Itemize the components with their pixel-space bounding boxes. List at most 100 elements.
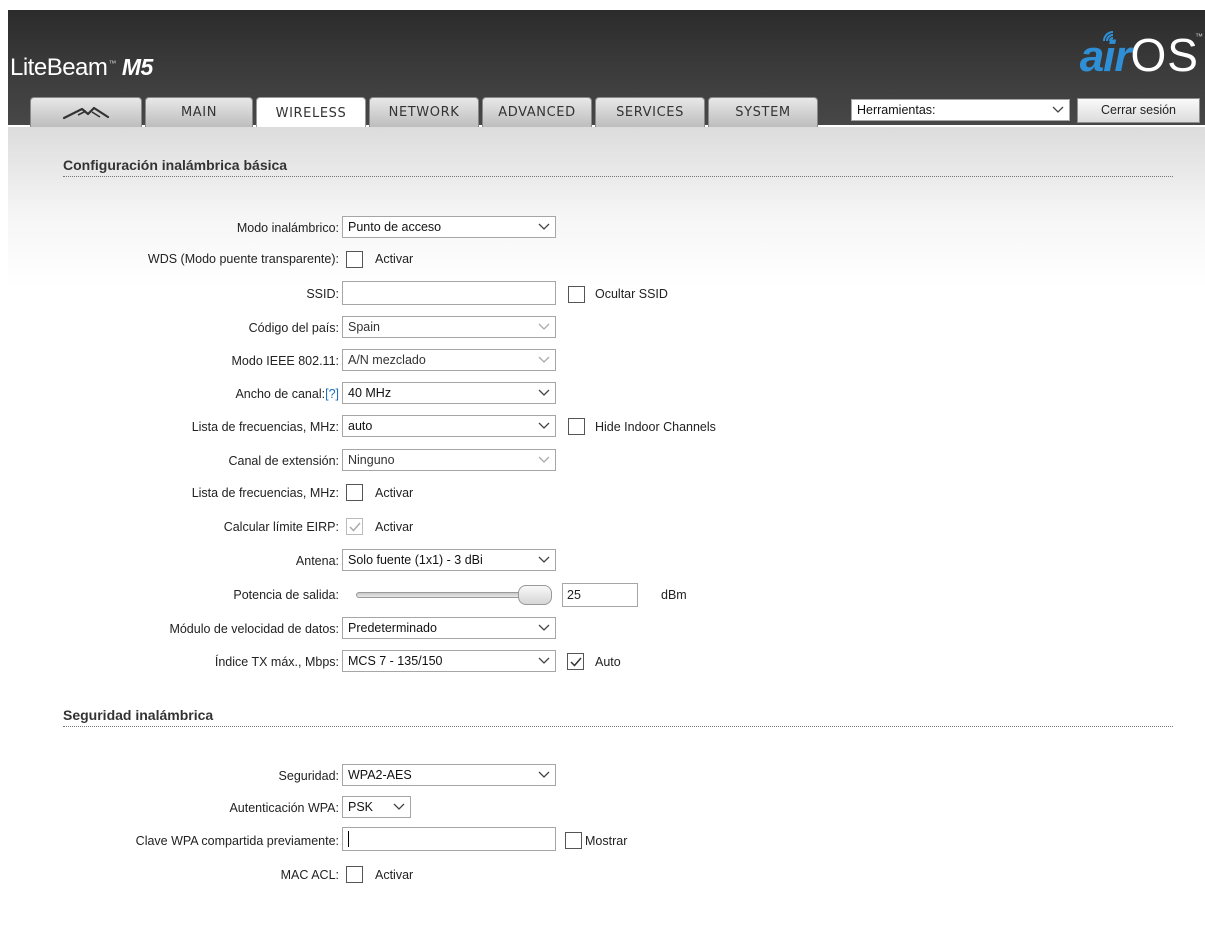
hide-ssid-label: Ocultar SSID — [595, 287, 668, 301]
eirp-checkbox-label: Activar — [375, 520, 414, 534]
logo-os: OS — [1130, 29, 1199, 81]
label-wds: WDS (Modo puente transparente): — [147, 252, 339, 266]
text-caret — [348, 831, 349, 847]
chevron-down-icon — [1052, 106, 1064, 113]
frequency-list-enable-label: Activar — [375, 486, 414, 500]
mac-acl-checkbox-label: Activar — [375, 868, 414, 882]
brand-tm: ™ — [108, 59, 116, 68]
brand-label: LiteBeam — [10, 54, 108, 81]
tab-system[interactable]: SYSTEM — [708, 97, 818, 127]
tools-select[interactable]: Herramientas: — [851, 99, 1070, 121]
frequency-list-value: auto — [348, 419, 373, 433]
label-wpa-auth: Autenticación WPA: — [229, 801, 339, 815]
label-frequency-list-2: Lista de frecuencias, MHz: — [191, 486, 339, 500]
ieee-mode-select: A/N mezclado — [342, 349, 556, 371]
label-extension-channel: Canal de extensión: — [228, 454, 340, 468]
section-title-basic: Configuración inalámbrica básica — [63, 157, 288, 173]
rate-module-value: Predeterminado — [348, 621, 437, 635]
tab-wireless[interactable]: WIRELESS — [256, 97, 366, 128]
antenna-value: Solo fuente (1x1) - 3 dBi — [348, 553, 483, 567]
label-security: Seguridad: — [278, 769, 339, 783]
max-tx-select[interactable]: MCS 7 - 135/150 — [342, 650, 556, 672]
section-divider — [63, 726, 1173, 727]
chevron-down-icon — [393, 803, 405, 810]
extension-channel-select: Ninguno — [342, 449, 556, 471]
chevron-down-icon — [538, 422, 550, 429]
tools-select-value: Herramientas: — [857, 103, 936, 117]
airos-logo: airOS ™ — [1080, 28, 1203, 88]
wpa-auth-select[interactable]: PSK — [342, 796, 411, 818]
brand-model: M5 — [121, 54, 153, 80]
label-ssid: SSID: — [306, 287, 339, 301]
label-mac-acl: MAC ACL: — [280, 868, 339, 882]
wifi-icon — [1102, 31, 1113, 42]
channel-width-value: 40 MHz — [348, 386, 392, 400]
wireless-mode-select[interactable]: Punto de acceso — [342, 216, 556, 238]
output-power-input[interactable]: 25 — [562, 583, 638, 607]
frequency-list-select[interactable]: auto — [342, 415, 556, 437]
eirp-checkbox — [346, 518, 363, 535]
check-icon — [570, 657, 582, 667]
label-eirp: Calcular límite EIRP: — [223, 520, 339, 534]
tab-network[interactable]: NETWORK — [369, 97, 479, 127]
tab-services[interactable]: SERVICES — [595, 97, 705, 127]
security-value: WPA2-AES — [348, 768, 412, 782]
label-antenna: Antena: — [295, 554, 339, 568]
chevron-down-icon — [538, 356, 550, 363]
chevron-down-icon — [538, 223, 550, 230]
ubiquiti-logo-icon — [62, 106, 110, 119]
max-tx-value: MCS 7 - 135/150 — [348, 654, 443, 668]
channel-width-help-link[interactable]: [?] — [325, 387, 339, 401]
wds-checkbox-label: Activar — [375, 252, 414, 266]
country-select: Spain — [342, 316, 556, 338]
label-channel-width: Ancho de canal:[?] — [235, 387, 339, 401]
label-wireless-mode: Modo inalámbrico: — [236, 221, 339, 235]
label-country: Código del país: — [248, 321, 339, 335]
wpa-auth-value: PSK — [348, 800, 374, 814]
wds-checkbox[interactable] — [346, 251, 363, 268]
chevron-down-icon — [538, 657, 550, 664]
chevron-down-icon — [538, 771, 550, 778]
section-divider — [63, 176, 1173, 177]
label-output-power: Potencia de salida: — [233, 588, 339, 602]
tab-main[interactable]: MAIN — [145, 97, 253, 127]
main-nav-tabs: MAIN WIRELESS NETWORK ADVANCED SERVICES … — [30, 97, 818, 128]
frequency-list-enable-checkbox[interactable] — [346, 484, 363, 501]
chevron-down-icon — [538, 624, 550, 631]
security-select[interactable]: WPA2-AES — [342, 764, 556, 786]
label-psk: Clave WPA compartida previamente: — [135, 834, 339, 848]
channel-width-select[interactable]: 40 MHz — [342, 382, 556, 404]
brand-name: LiteBeam™ M5 — [10, 54, 153, 82]
country-value: Spain — [348, 320, 380, 334]
section-title-security: Seguridad inalámbrica — [63, 707, 214, 723]
chevron-down-icon — [538, 456, 550, 463]
tab-ubnt-home[interactable] — [30, 97, 142, 127]
antenna-select[interactable]: Solo fuente (1x1) - 3 dBi — [342, 549, 556, 571]
airos-window: LiteBeam™ M5 airOS ™ MAIN WIRELESS NETWOR… — [8, 0, 1205, 933]
mac-acl-checkbox[interactable] — [346, 866, 363, 883]
label-rate-module: Módulo de velocidad de datos: — [169, 622, 339, 636]
label-ieee-mode: Modo IEEE 802.11: — [231, 354, 339, 368]
tab-advanced[interactable]: ADVANCED — [482, 97, 592, 127]
chevron-down-icon — [538, 323, 550, 330]
hide-ssid-checkbox[interactable] — [568, 286, 585, 303]
hide-indoor-channels-checkbox[interactable] — [568, 418, 585, 435]
show-psk-label: Mostrar — [585, 834, 628, 848]
output-power-slider-handle[interactable] — [518, 585, 552, 605]
chevron-down-icon — [538, 389, 550, 396]
output-power-unit: dBm — [661, 588, 687, 602]
logout-button[interactable]: Cerrar sesión — [1077, 98, 1200, 123]
show-psk-checkbox[interactable] — [565, 832, 582, 849]
psk-input[interactable] — [342, 827, 556, 851]
wireless-mode-value: Punto de acceso — [348, 220, 442, 234]
max-tx-auto-checkbox[interactable] — [567, 653, 584, 670]
content-panel: Configuración inalámbrica básica Modo in… — [8, 127, 1205, 933]
ieee-mode-value: A/N mezclado — [348, 353, 426, 367]
rate-module-select[interactable]: Predeterminado — [342, 617, 556, 639]
hide-indoor-channels-label: Hide Indoor Channels — [595, 420, 716, 434]
label-max-tx: Índice TX máx., Mbps: — [214, 655, 339, 669]
max-tx-auto-label: Auto — [595, 655, 621, 669]
ssid-input[interactable] — [342, 281, 556, 305]
chevron-down-icon — [538, 556, 550, 563]
extension-channel-value: Ninguno — [348, 453, 395, 467]
